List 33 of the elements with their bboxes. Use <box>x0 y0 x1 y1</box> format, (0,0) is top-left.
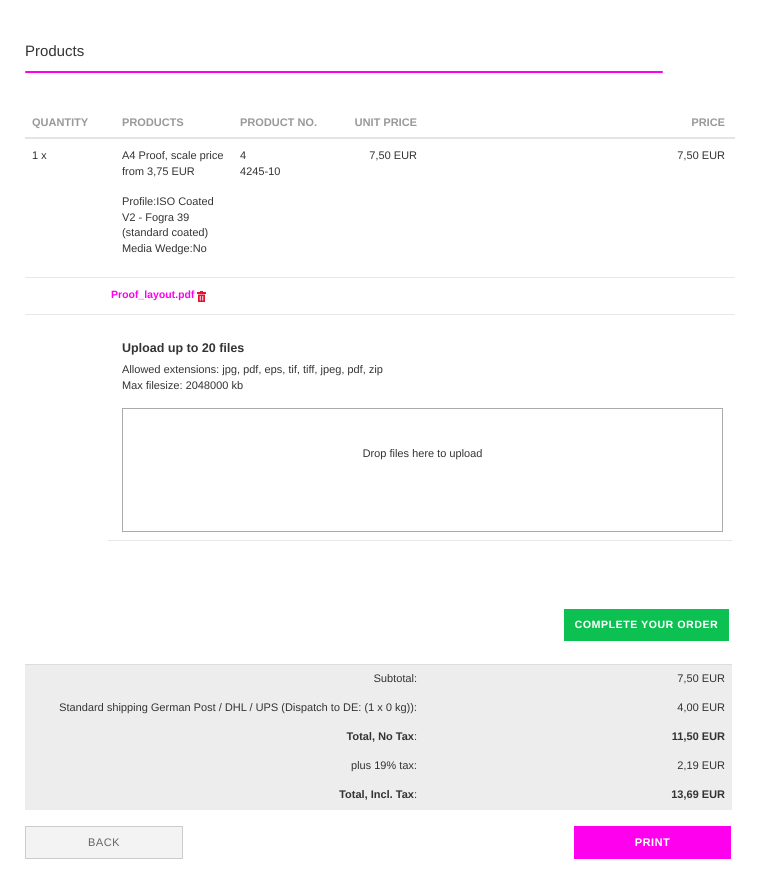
unit-price-cell-text: 7,50 EUR <box>368 149 418 164</box>
back-button[interactable]: BACK <box>25 826 183 859</box>
product-option: Profile:ISO Coated V2 - Fogra 39 (standard coated) <box>122 195 226 242</box>
total-value: 11,50 EUR <box>672 730 726 745</box>
total-value: 4,00 EUR <box>677 700 726 716</box>
upload-note: Allowed extensions: jpg, pdf, eps, tif, tiff, jpeg, pdf, zip <box>122 363 383 378</box>
column-header: PRICE <box>690 116 726 131</box>
product-name: A4 Proof, scale price from 3,75 EUR <box>122 149 224 180</box>
upload-title: Upload up to 20 files <box>122 340 244 357</box>
total-label: Total, No Tax: <box>346 730 418 745</box>
section-title: Products <box>25 43 84 61</box>
total-label: Subtotal: <box>374 672 418 687</box>
trash-icon[interactable] <box>197 290 206 302</box>
product-number: 4245-10 <box>240 164 282 180</box>
total-value: 13,69 EUR <box>671 788 726 803</box>
column-header: PRODUCTS <box>121 116 185 131</box>
total-value: 7,50 EUR <box>677 672 726 687</box>
print-button[interactable]: PRINT <box>574 826 731 859</box>
quantity-cell-text: 1 x <box>31 149 48 164</box>
file-link[interactable]: Proof_layout.pdf <box>111 288 194 304</box>
column-header: UNIT PRICE <box>354 116 418 131</box>
product-number: 4 <box>240 149 248 164</box>
complete-order-button[interactable]: COMPLETE YOUR ORDER <box>564 609 729 641</box>
file-dropzone[interactable]: Drop files here to upload <box>122 408 723 532</box>
upload-note: Max filesize: 2048000 kb <box>122 378 244 394</box>
product-option: Media Wedge:No <box>122 242 226 257</box>
column-header: PRODUCT NO. <box>239 116 318 131</box>
total-value: 2,19 EUR <box>677 758 726 774</box>
total-label: Total, Incl. Tax: <box>339 788 418 803</box>
column-header: QUANTITY <box>31 116 90 131</box>
price-cell-text: 7,50 EUR <box>676 149 726 164</box>
total-label: Standard shipping German Post / DHL / UPS (Dispatch to DE: (1 x 0 kg)): <box>59 700 418 716</box>
total-label: plus 19% tax: <box>350 758 418 774</box>
